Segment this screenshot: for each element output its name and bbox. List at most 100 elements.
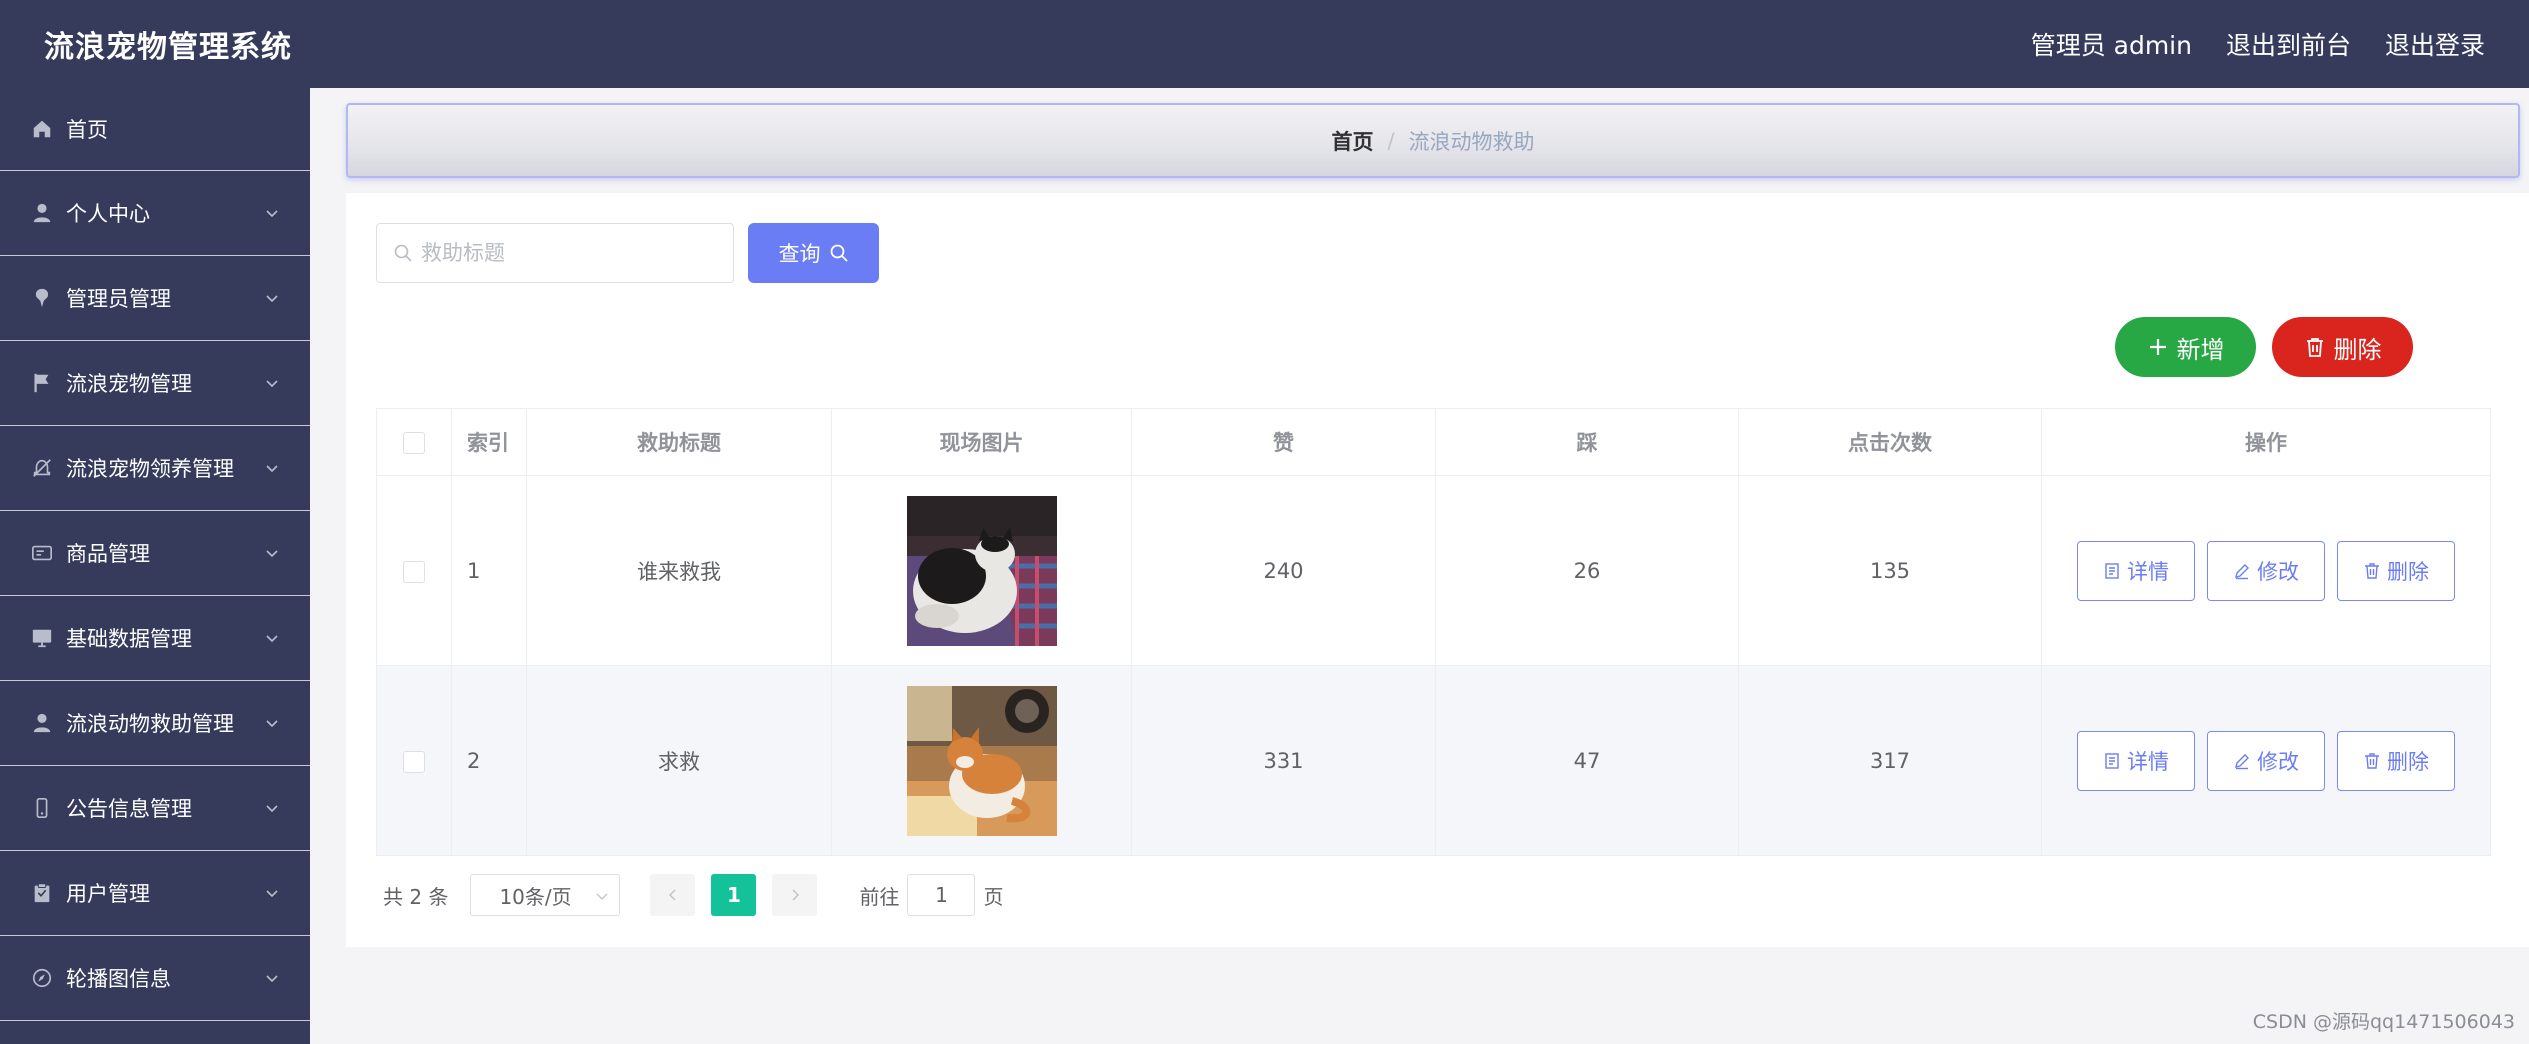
sidebar-item-label: 用户管理 — [66, 882, 150, 906]
trash-icon — [2365, 752, 2379, 769]
page-size-select[interactable]: 10条/页 — [470, 874, 621, 916]
chevron-down-icon — [264, 630, 280, 646]
chevron-down-icon — [264, 375, 280, 391]
row-select-cell — [376, 665, 452, 856]
chevron-right-icon — [792, 889, 800, 901]
column-header-dislikes: 踩 — [1435, 408, 1739, 476]
row-actions-cell: 详情 修改 删除 — [2041, 665, 2491, 856]
select-all-checkbox[interactable] — [403, 432, 425, 454]
row-photo-cell — [831, 665, 1132, 856]
row-select-cell — [376, 475, 452, 666]
cat-photo-thumbnail[interactable] — [906, 495, 1057, 646]
trash-icon — [2365, 562, 2379, 579]
search-field[interactable] — [376, 223, 734, 283]
bell-off-icon — [30, 456, 54, 480]
sidebar-item-label: 商品管理 — [66, 542, 150, 566]
document-icon — [2105, 562, 2119, 579]
exit-to-front-link[interactable]: 退出到前台 — [2226, 26, 2351, 62]
sidebar-item-rescue-management[interactable]: 流浪动物救助管理 — [0, 681, 310, 766]
add-button[interactable]: 新增 — [2115, 317, 2256, 377]
row-delete-button[interactable]: 删除 — [2337, 540, 2455, 601]
clipboard-icon — [30, 881, 54, 905]
sidebar-item-label: 首页 — [66, 118, 108, 142]
watermark: CSDN @源码qq1471506043 — [2252, 1011, 2515, 1033]
detail-button-label: 详情 — [2127, 749, 2169, 774]
sidebar-item-announcement-management[interactable]: 公告信息管理 — [0, 766, 310, 851]
sidebar-item-label: 流浪动物救助管理 — [66, 712, 234, 736]
sidebar-menu: 首页 个人中心 管理员管理 流浪宠物管理 流浪宠物领养管理 商品管理 基础数据管… — [0, 88, 310, 1044]
row-checkbox[interactable] — [403, 750, 425, 773]
edit-button-label: 修改 — [2257, 559, 2299, 584]
detail-button-label: 详情 — [2127, 559, 2169, 584]
row-title: 求救 — [526, 665, 832, 856]
sidebar-item-adoption-management[interactable]: 流浪宠物领养管理 — [0, 426, 310, 511]
content-panel: 查询 新增 删除 索引 救助标题 现场图片 赞 踩 点击次数 操作 — [346, 193, 2529, 947]
delete-button-label: 删除 — [2387, 749, 2429, 774]
app-title: 流浪宠物管理系统 — [44, 30, 292, 65]
pin-icon — [30, 286, 54, 310]
compass-icon — [30, 966, 54, 990]
search-icon — [830, 244, 848, 262]
search-icon — [394, 244, 412, 262]
page-unit-label: 页 — [983, 884, 1004, 909]
add-button-label: 新增 — [2176, 335, 2225, 364]
page-size-value: 10条/页 — [499, 884, 572, 909]
next-page-button[interactable] — [772, 874, 818, 916]
card-icon — [30, 541, 54, 565]
row-delete-button[interactable]: 删除 — [2337, 730, 2455, 791]
edit-icon — [2235, 563, 2249, 579]
row-actions-cell: 详情 修改 删除 — [2041, 475, 2491, 666]
edit-button[interactable]: 修改 — [2207, 730, 2325, 791]
logout-link[interactable]: 退出登录 — [2385, 26, 2485, 62]
prev-page-button[interactable] — [650, 874, 696, 916]
sidebar-item-user-management[interactable]: 用户管理 — [0, 851, 310, 936]
sidebar-item-personal-center[interactable]: 个人中心 — [0, 171, 310, 256]
row-clicks: 317 — [1738, 665, 2042, 856]
row-dislikes: 26 — [1435, 475, 1739, 666]
row-likes: 240 — [1131, 475, 1436, 666]
rescue-table: 索引 救助标题 现场图片 赞 踩 点击次数 操作 1 谁来救我 240 26 1… — [376, 408, 2491, 856]
goto-page-input[interactable] — [907, 874, 976, 916]
delete-button-label: 删除 — [2333, 335, 2382, 364]
sidebar-item-goods-management[interactable]: 商品管理 — [0, 511, 310, 596]
row-likes: 331 — [1131, 665, 1436, 856]
chevron-down-icon — [596, 893, 608, 900]
row-checkbox[interactable] — [403, 560, 425, 583]
detail-button[interactable]: 详情 — [2077, 540, 2195, 601]
user-icon — [30, 711, 54, 735]
chevron-down-icon — [264, 205, 280, 221]
breadcrumb-home[interactable]: 首页 — [1331, 126, 1373, 156]
flag-icon — [30, 371, 54, 395]
header-actions: 管理员 admin 退出到前台 退出登录 — [2031, 26, 2485, 62]
row-dislikes: 47 — [1435, 665, 1739, 856]
table-row: 1 谁来救我 240 26 135 详情 修改 删除 — [376, 475, 2491, 666]
bulk-delete-button[interactable]: 删除 — [2272, 317, 2413, 377]
detail-button[interactable]: 详情 — [2077, 730, 2195, 791]
top-header: 流浪宠物管理系统 管理员 admin 退出到前台 退出登录 — [0, 0, 2529, 88]
sidebar-item-carousel-info[interactable]: 轮播图信息 — [0, 936, 310, 1021]
column-header-index: 索引 — [451, 408, 527, 476]
sidebar-item-basic-data-management[interactable]: 基础数据管理 — [0, 596, 310, 681]
row-title: 谁来救我 — [526, 475, 832, 666]
sidebar-item-admin-management[interactable]: 管理员管理 — [0, 256, 310, 341]
sidebar-item-label: 流浪宠物领养管理 — [66, 457, 234, 481]
edit-button[interactable]: 修改 — [2207, 540, 2325, 601]
chevron-down-icon — [264, 885, 280, 901]
phone-icon — [30, 796, 54, 820]
goto-label: 前往 — [859, 884, 900, 909]
delete-button-label: 删除 — [2387, 559, 2429, 584]
edit-button-label: 修改 — [2257, 749, 2299, 774]
sidebar-item-label: 公告信息管理 — [66, 797, 192, 821]
search-input[interactable] — [421, 241, 721, 265]
row-photo-cell — [831, 475, 1132, 666]
user-icon — [30, 201, 54, 225]
query-button[interactable]: 查询 — [748, 223, 879, 283]
column-header-clicks: 点击次数 — [1738, 408, 2042, 476]
chevron-down-icon — [264, 800, 280, 816]
sidebar-item-stray-pet-management[interactable]: 流浪宠物管理 — [0, 341, 310, 426]
chevron-down-icon — [264, 545, 280, 561]
plus-icon — [2149, 339, 2166, 355]
page-number-current[interactable]: 1 — [711, 874, 757, 916]
cat-photo-thumbnail[interactable] — [906, 685, 1057, 836]
sidebar-item-home[interactable]: 首页 — [0, 88, 310, 171]
